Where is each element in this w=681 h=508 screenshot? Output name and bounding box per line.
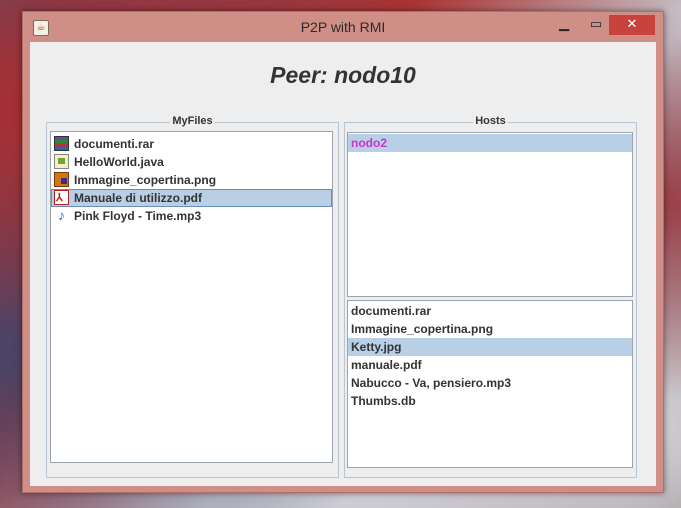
audio-file-icon: ♪ — [58, 207, 65, 224]
remote-file-name: Nabucco - Va, pensiero.mp3 — [351, 376, 512, 390]
host-name: nodo2 — [351, 136, 387, 150]
host-list-item[interactable]: nodo2 — [348, 134, 632, 152]
myfiles-panel: MyFiles documenti.rar HelloWorld.java Imma… — [46, 115, 339, 478]
remote-file-item[interactable]: Immagine_copertina.png — [348, 320, 632, 338]
app-window: ☕ P2P with RMI ▁ ▭ ✕ Peer: nodo10 MyFile… — [22, 11, 664, 493]
hosts-list[interactable]: nodo2 — [347, 132, 633, 297]
myfiles-list-item[interactable]: Immagine_copertina.png — [51, 171, 332, 189]
java-file-icon — [54, 154, 69, 170]
remote-file-item[interactable]: Ketty.jpg — [348, 338, 632, 356]
remote-file-item[interactable]: documenti.rar — [348, 302, 632, 320]
file-name: Immagine_copertina.png — [74, 173, 217, 187]
myfiles-list[interactable]: documenti.rar HelloWorld.java Immagine_cop… — [50, 131, 333, 463]
file-name: documenti.rar — [74, 137, 155, 151]
pdf-file-icon — [54, 189, 69, 207]
file-name: HelloWorld.java — [74, 155, 164, 169]
title-bar[interactable]: ☕ P2P with RMI ▁ ▭ ✕ — [23, 12, 663, 42]
winrar-icon — [54, 136, 69, 152]
remote-file-name: Ketty.jpg — [351, 340, 402, 354]
remote-file-item[interactable]: Nabucco - Va, pensiero.mp3 — [348, 374, 632, 392]
hosts-panel: Hosts nodo2 documenti.rar Immagine_copert… — [344, 115, 637, 478]
myfiles-list-item[interactable]: HelloWorld.java — [51, 153, 332, 171]
remote-file-name: documenti.rar — [351, 304, 432, 318]
window-client-area: Peer: nodo10 MyFiles documenti.rar HelloW… — [30, 42, 656, 486]
myfiles-panel-title: MyFiles — [170, 115, 215, 127]
peer-title: Peer: nodo10 — [270, 62, 416, 88]
maximize-button[interactable]: ▭ — [583, 15, 609, 35]
remote-file-name: manuale.pdf — [351, 358, 422, 372]
remote-file-item[interactable]: manuale.pdf — [348, 356, 632, 374]
hosts-panel-title: Hosts — [473, 115, 508, 127]
image-file-icon — [54, 172, 69, 188]
remote-file-name: Thumbs.db — [351, 394, 416, 408]
remote-files-list[interactable]: documenti.rar Immagine_copertina.png Ketty… — [347, 300, 633, 468]
close-button[interactable]: ✕ — [609, 15, 655, 35]
myfiles-list-item[interactable]: Manuale di utilizzo.pdf — [51, 189, 332, 207]
myfiles-list-item[interactable]: documenti.rar — [51, 135, 332, 153]
myfiles-list-item[interactable]: ♪ Pink Floyd - Time.mp3 — [51, 207, 332, 225]
file-name: Manuale di utilizzo.pdf — [74, 191, 202, 205]
minimize-button[interactable]: ▁ — [551, 15, 577, 35]
remote-file-name: Immagine_copertina.png — [351, 322, 494, 336]
file-name: Pink Floyd - Time.mp3 — [74, 209, 202, 223]
remote-file-item[interactable]: Thumbs.db — [348, 392, 632, 410]
